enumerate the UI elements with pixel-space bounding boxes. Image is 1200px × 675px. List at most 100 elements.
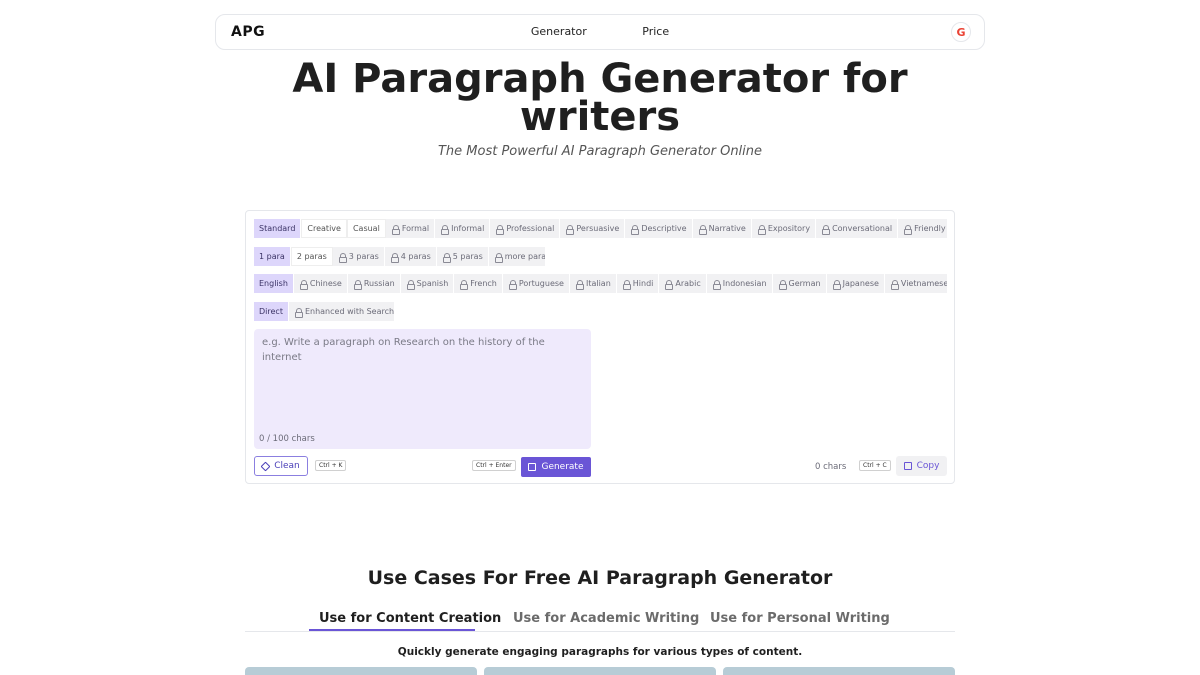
length-option-label: 1 para xyxy=(259,252,285,261)
length-option-label: 5 paras xyxy=(452,252,483,261)
tone-option-persuasive[interactable]: Persuasive xyxy=(560,219,626,238)
tone-option-professional[interactable]: Professional xyxy=(490,219,561,238)
language-option-russian[interactable]: Russian xyxy=(348,274,401,293)
tab-content-creation[interactable]: Use for Content Creation xyxy=(319,611,501,626)
lock-icon xyxy=(459,279,469,290)
lock-icon xyxy=(294,307,303,318)
page-title-line-1: AI Paragraph Generator for xyxy=(292,56,908,102)
use-case-card-image xyxy=(245,667,477,675)
tone-option-label: Informal xyxy=(451,224,485,233)
nav-link-price[interactable]: Price xyxy=(642,25,669,38)
edit-icon xyxy=(528,463,537,471)
tab-personal-writing[interactable]: Use for Personal Writing xyxy=(710,611,890,626)
length-option-label: 2 paras xyxy=(296,252,327,261)
lock-icon xyxy=(712,279,721,290)
page-title: AI Paragraph Generator for writers xyxy=(0,56,1200,140)
mode-option-enhanced-with-search[interactable]: Enhanced with Search xyxy=(289,302,394,321)
use-cases-heading: Use Cases For Free AI Paragraph Generato… xyxy=(367,567,833,589)
length-option-more-paras[interactable]: more paras xyxy=(489,247,545,266)
length-option-1-para[interactable]: 1 para xyxy=(254,247,291,266)
language-option-german[interactable]: German xyxy=(773,274,827,293)
language-option-portuguese[interactable]: Portuguese xyxy=(503,274,570,293)
lock-icon xyxy=(406,279,415,290)
tone-option-descriptive[interactable]: Descriptive xyxy=(625,219,693,238)
length-option-5-paras[interactable]: 5 paras xyxy=(437,247,489,266)
lock-icon xyxy=(778,279,787,290)
lock-icon xyxy=(390,252,399,263)
eraser-icon xyxy=(260,461,271,471)
use-case-card-image xyxy=(484,667,716,675)
tone-option-casual[interactable]: Casual xyxy=(346,219,386,238)
language-option-label: Hindi xyxy=(632,279,654,288)
language-option-spanish[interactable]: Spanish xyxy=(401,274,455,293)
language-option-label: Vietnamese xyxy=(900,279,947,288)
tone-option-conversational[interactable]: Conversational xyxy=(816,219,899,238)
lock-icon xyxy=(630,224,640,235)
output-char-count: 0 chars xyxy=(815,462,847,472)
language-option-label: German xyxy=(788,279,821,288)
length-option-4-paras[interactable]: 4 paras xyxy=(385,247,437,266)
language-option-english[interactable]: English xyxy=(254,274,294,293)
tone-option-creative[interactable]: Creative xyxy=(301,219,347,238)
tone-option-label: Formal xyxy=(401,224,430,233)
tab-academic-writing[interactable]: Use for Academic Writing xyxy=(513,611,699,626)
language-option-label: English xyxy=(259,279,288,288)
language-option-label: Indonesian xyxy=(722,279,767,288)
prompt-input[interactable]: e.g. Write a paragraph on Research on th… xyxy=(254,329,591,449)
lock-icon xyxy=(832,279,841,290)
language-option-italian[interactable]: Italian xyxy=(570,274,617,293)
tone-option-friendly[interactable]: Friendly xyxy=(898,219,947,238)
google-icon: G xyxy=(956,25,966,39)
language-option-indonesian[interactable]: Indonesian xyxy=(707,274,773,293)
prompt-placeholder: e.g. Write a paragraph on Research on th… xyxy=(262,337,545,363)
lock-icon xyxy=(698,224,707,235)
tone-option-narrative[interactable]: Narrative xyxy=(693,219,752,238)
lock-icon xyxy=(495,224,505,235)
language-option-french[interactable]: French xyxy=(454,274,503,293)
tone-option-informal[interactable]: Informal xyxy=(435,219,491,238)
copy-button[interactable]: Copy xyxy=(896,456,947,476)
copy-shortcut-hint: Ctrl + C xyxy=(859,460,891,471)
clean-button-label: Clean xyxy=(274,461,300,471)
length-option-3-paras[interactable]: 3 paras xyxy=(333,247,385,266)
tone-option-label: Creative xyxy=(307,224,341,233)
language-option-japanese[interactable]: Japanese xyxy=(827,274,885,293)
language-option-hindi[interactable]: Hindi xyxy=(617,274,660,293)
use-case-description: Quickly generate engaging paragraphs for… xyxy=(397,646,803,658)
lock-icon xyxy=(391,224,400,235)
tone-selector: Standard Creative Casual Formal Informal Prof… xyxy=(254,219,947,238)
tone-option-standard[interactable]: Standard xyxy=(254,219,302,238)
lock-icon xyxy=(821,224,831,235)
lock-icon xyxy=(494,252,503,263)
length-option-2-paras[interactable]: 2 paras xyxy=(290,247,333,266)
generate-button[interactable]: Generate xyxy=(521,457,591,477)
google-login-button[interactable]: G xyxy=(951,22,971,42)
use-case-tabs: Use for Content Creation Use for Academi… xyxy=(245,609,955,632)
length-selector: 1 para 2 paras 3 paras 4 paras 5 paras more p… xyxy=(254,247,545,266)
lock-icon xyxy=(353,279,362,290)
page-title-line-2: writers xyxy=(519,94,681,140)
tone-option-label: Descriptive xyxy=(641,224,687,233)
top-navbar: APG Generator Price G xyxy=(215,14,985,50)
lock-icon xyxy=(903,224,913,235)
clean-button[interactable]: Clean xyxy=(254,456,308,476)
mode-selector: Direct Enhanced with Search xyxy=(254,302,394,321)
language-option-vietnamese[interactable]: Vietnamese xyxy=(885,274,947,293)
language-option-label: Russian xyxy=(363,279,395,288)
language-option-label: French xyxy=(470,279,497,288)
language-option-arabic[interactable]: Arabic xyxy=(659,274,707,293)
nav-link-generator[interactable]: Generator xyxy=(531,25,587,38)
tone-option-formal[interactable]: Formal xyxy=(386,219,436,238)
language-option-chinese[interactable]: Chinese xyxy=(294,274,348,293)
copy-icon xyxy=(903,462,912,470)
tone-option-expository[interactable]: Expository xyxy=(752,219,817,238)
mode-option-direct[interactable]: Direct xyxy=(254,302,289,321)
tone-option-label: Standard xyxy=(259,224,296,233)
generate-button-label: Generate xyxy=(541,462,584,472)
lock-icon xyxy=(440,224,450,235)
language-option-label: Chinese xyxy=(309,279,342,288)
language-option-label: Italian xyxy=(585,279,611,288)
length-option-label: more paras xyxy=(504,252,545,261)
lock-icon xyxy=(664,279,674,290)
tone-option-label: Casual xyxy=(352,224,380,233)
